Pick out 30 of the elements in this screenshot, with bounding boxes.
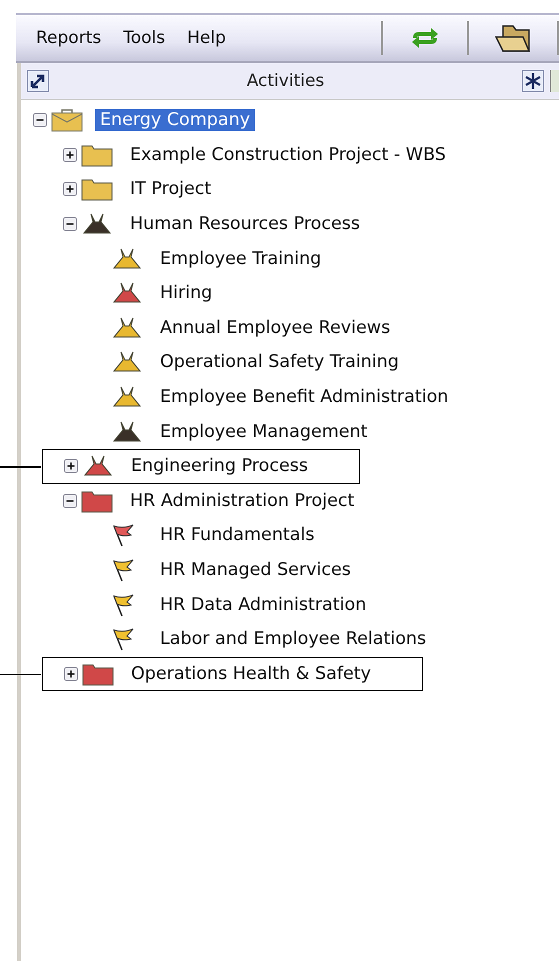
collapse-icon[interactable] [63,494,77,508]
tree-item[interactable]: Energy Company [95,109,256,132]
tree-item[interactable]: Operational Safety Training [155,351,404,374]
tree-item[interactable]: IT Project [125,178,216,200]
tree-item[interactable]: HR Managed Services [155,559,356,582]
collapse-icon[interactable] [33,113,47,128]
menu-item[interactable]: Tools [123,28,166,48]
expand-icon[interactable] [64,459,78,474]
column-header: Activities [246,71,326,91]
collapse-icon[interactable] [63,217,77,232]
expand-icon[interactable] [63,148,77,162]
menu-item[interactable]: Reports [36,28,102,48]
tree-item[interactable]: Example Construction Project - WBS [125,144,451,166]
expand-icon[interactable] [27,70,49,92]
expand-icon[interactable] [64,666,78,681]
tree-item[interactable]: Employee Management [155,420,373,443]
folder-icon[interactable] [495,23,531,53]
tree-item[interactable]: HR Fundamentals [155,524,320,546]
expand-icon[interactable] [63,182,77,196]
tree-item[interactable]: HR Administration Project [125,490,360,512]
asterisk-icon[interactable] [522,70,544,92]
tree-item[interactable]: Hiring [155,282,218,304]
tree-item[interactable]: HR Data Administration [155,594,372,616]
tree-item[interactable]: Human Resources Process [125,213,365,236]
header-button[interactable] [550,70,559,92]
tree-item[interactable]: Employee Training [155,248,326,270]
menu-item[interactable]: Help [187,28,226,48]
tree-item[interactable]: Employee Benefit Administration [155,386,454,408]
tree-item[interactable]: Annual Employee Reviews [155,316,396,339]
tree-item[interactable]: Labor and Employee Relations [155,628,432,650]
